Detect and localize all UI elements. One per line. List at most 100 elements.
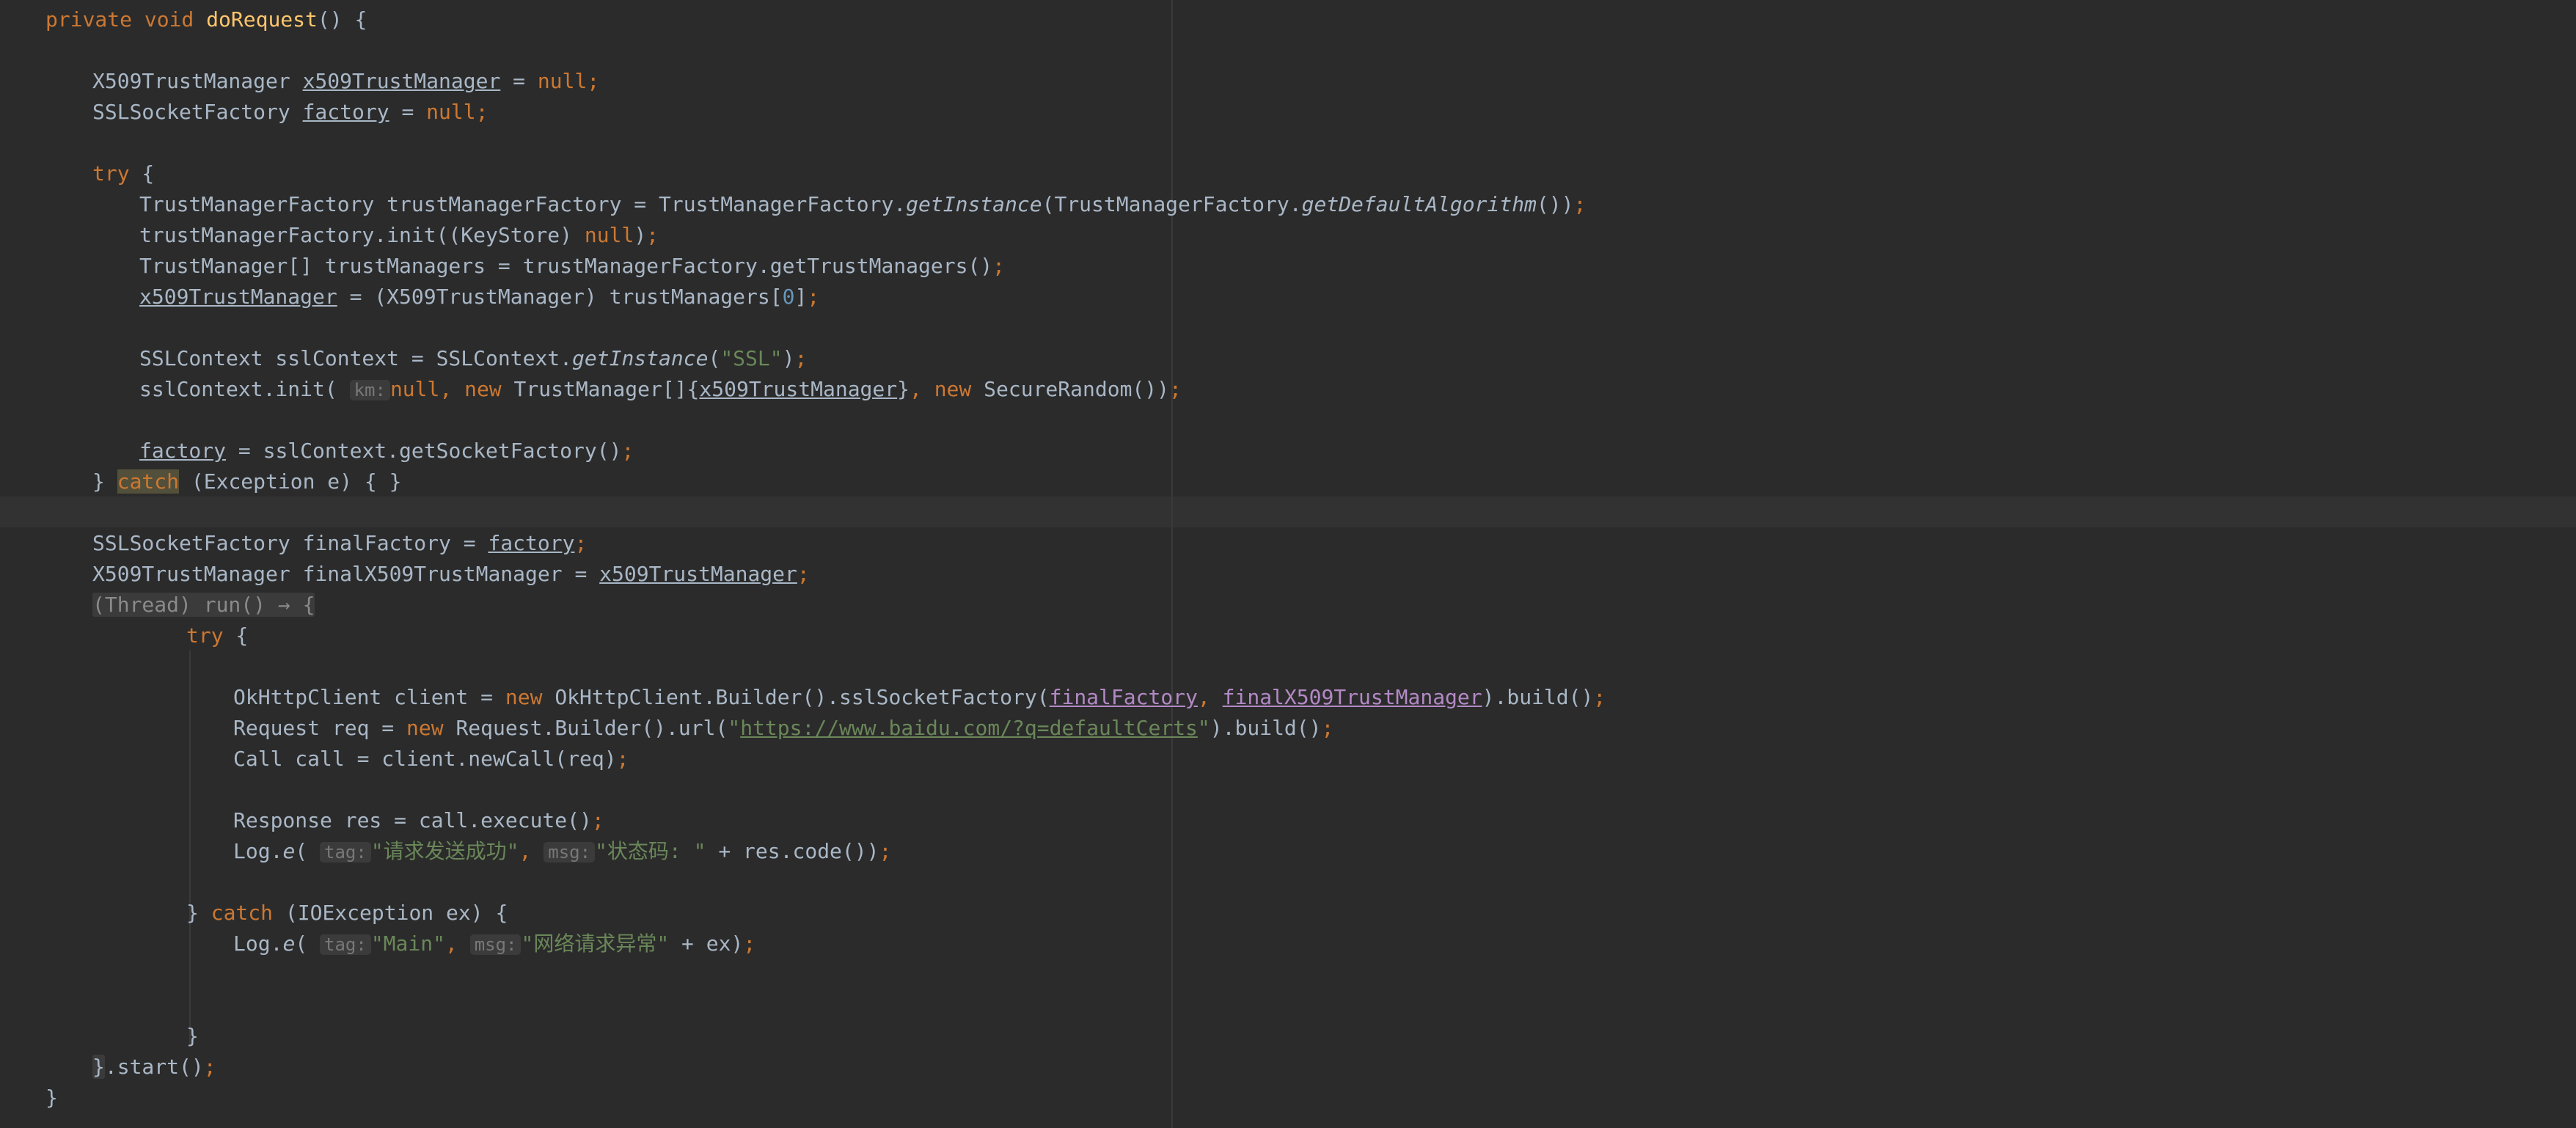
code-text: (Exception e) { } xyxy=(179,469,402,494)
code-line[interactable]: Response res = call.execute(); xyxy=(233,805,604,836)
keyword: new xyxy=(934,377,984,401)
code-line[interactable]: (Thread) run() → { xyxy=(92,590,315,620)
code-line[interactable]: TrustManager[] trustManagers = trustMana… xyxy=(139,251,1005,282)
code-text: + res.code()) xyxy=(706,839,879,863)
static-method: getInstance xyxy=(572,346,709,370)
code-editor[interactable]: private void doRequest() { X509TrustMana… xyxy=(0,0,2576,1128)
code-text: TrustManagerFactory trustManagerFactory … xyxy=(139,192,907,216)
semicolon: ; xyxy=(646,223,659,247)
code-text: { xyxy=(129,161,155,186)
code-text: = (X509TrustManager) trustManagers[ xyxy=(337,285,783,309)
keyword: try xyxy=(92,161,130,186)
code-text: Log. xyxy=(233,839,283,863)
code-text: (IOException ex) { xyxy=(273,901,508,925)
url-link[interactable]: https://www.baidu.com/?q=defaultCerts xyxy=(740,716,1198,740)
semicolon: ; xyxy=(203,1055,216,1079)
method-name: doRequest xyxy=(206,7,318,32)
parameter-hint: msg: xyxy=(544,842,596,863)
string-literal: "状态码: " xyxy=(595,839,706,863)
semicolon: ; xyxy=(1169,377,1182,401)
right-margin-guide xyxy=(1171,0,1173,1128)
code-line[interactable]: Request req = new Request.Builder().url(… xyxy=(233,713,1333,744)
string-quote: " xyxy=(1197,716,1210,740)
keyword: null xyxy=(584,223,634,247)
parameter-hint: km: xyxy=(349,380,390,400)
code-text: ()) xyxy=(1536,192,1574,216)
variable-reference: factory xyxy=(139,439,227,463)
semicolon: ; xyxy=(616,747,629,771)
code-line[interactable]: X509TrustManager finalX509TrustManager =… xyxy=(92,559,810,590)
code-line[interactable]: factory = sslContext.getSocketFactory(); xyxy=(139,436,634,466)
captured-variable: finalFactory xyxy=(1049,685,1198,709)
code-text: OkHttpClient.Builder().sslSocketFactory( xyxy=(555,685,1050,709)
semicolon: ; xyxy=(807,285,820,309)
code-text: SSLContext sslContext = SSLContext. xyxy=(139,346,573,370)
code-line[interactable]: SSLSocketFactory factory = null; xyxy=(92,97,488,128)
folded-lambda[interactable]: (Thread) run() → { xyxy=(92,593,315,617)
code-line-method-declaration[interactable]: private void doRequest() { xyxy=(45,4,367,35)
code-text: ( xyxy=(708,346,721,370)
code-text: SSLSocketFactory xyxy=(92,100,303,124)
code-text: + ex) xyxy=(669,931,744,956)
keyword-highlighted: catch xyxy=(117,469,180,494)
semicolon: ; xyxy=(797,562,810,586)
code-line[interactable]: X509TrustManager x509TrustManager = null… xyxy=(92,66,599,97)
code-line[interactable]: SSLSocketFactory finalFactory = factory; xyxy=(92,528,587,559)
code-line[interactable]: SSLContext sslContext = SSLContext.getIn… xyxy=(139,343,807,374)
code-line[interactable]: sslContext.init( km: null, new TrustManag… xyxy=(139,374,1182,405)
code-text: Call call = client.newCall(req) xyxy=(233,747,617,771)
number-literal: 0 xyxy=(782,285,795,309)
code-text: = xyxy=(500,69,538,93)
code-line[interactable]: } xyxy=(186,1021,199,1052)
code-line[interactable]: Log.e( tag: "Main", msg: "网络请求异常" + ex); xyxy=(233,929,755,959)
string-literal: "Main" xyxy=(370,931,445,956)
keyword: new xyxy=(406,716,456,740)
code-text: } xyxy=(897,377,910,401)
code-text: ).build() xyxy=(1210,716,1322,740)
code-text: TrustManager[]{ xyxy=(513,377,700,401)
code-line[interactable]: } xyxy=(45,1083,58,1113)
code-line[interactable]: OkHttpClient client = new OkHttpClient.B… xyxy=(233,682,1606,713)
code-text: X509TrustManager xyxy=(92,69,303,93)
code-line[interactable]: TrustManagerFactory trustManagerFactory … xyxy=(139,189,1586,220)
code-line[interactable]: } catch (IOException ex) { xyxy=(186,898,508,929)
string-literal: "SSL" xyxy=(720,346,783,370)
code-text: SecureRandom()) xyxy=(984,377,1170,401)
semicolon: ; xyxy=(587,69,600,93)
code-line[interactable]: Call call = client.newCall(req); xyxy=(233,744,629,774)
code-line[interactable]: trustManagerFactory.init((KeyStore) null… xyxy=(139,220,659,251)
semicolon: ; xyxy=(743,931,756,956)
keyword: try xyxy=(186,623,224,648)
code-line[interactable]: try { xyxy=(186,620,248,651)
code-line[interactable]: }.start(); xyxy=(92,1052,216,1083)
semicolon: ; xyxy=(794,346,808,370)
code-line[interactable]: } catch (Exception e) { } xyxy=(92,466,401,497)
string-quote: " xyxy=(728,716,741,740)
code-text: } xyxy=(92,469,117,494)
keyword: null xyxy=(537,69,588,93)
code-text: Request req = xyxy=(233,716,407,740)
code-line[interactable]: try { xyxy=(92,158,154,189)
code-text: TrustManager[] trustManagers = trustMana… xyxy=(139,254,993,278)
semicolon: ; xyxy=(621,439,634,463)
code-text: ) xyxy=(634,223,647,247)
code-text: .start() xyxy=(104,1055,204,1079)
code-text: ) xyxy=(782,346,795,370)
code-line[interactable]: x509TrustManager = (X509TrustManager) tr… xyxy=(139,282,819,312)
code-text: } xyxy=(186,901,211,925)
variable-reference: x509TrustManager xyxy=(699,377,898,401)
parameter-hint: msg: xyxy=(469,934,522,955)
folded-lambda-brace[interactable]: } xyxy=(92,1055,105,1079)
parameter-hint: tag: xyxy=(320,842,371,863)
keyword: new xyxy=(464,377,514,401)
indent-guide xyxy=(189,651,191,1047)
variable-reference: x509TrustManager xyxy=(599,562,797,586)
code-text: ).build() xyxy=(1482,685,1594,709)
code-text: OkHttpClient client = xyxy=(233,685,505,709)
code-text: = xyxy=(389,100,427,124)
code-line[interactable]: Log.e( tag: "请求发送成功", msg: "状态码: " + res.c… xyxy=(233,836,891,867)
variable-reference: factory xyxy=(488,531,575,555)
semicolon: ; xyxy=(591,808,604,832)
code-text: ( xyxy=(295,931,321,956)
keyword: catch xyxy=(211,901,274,925)
